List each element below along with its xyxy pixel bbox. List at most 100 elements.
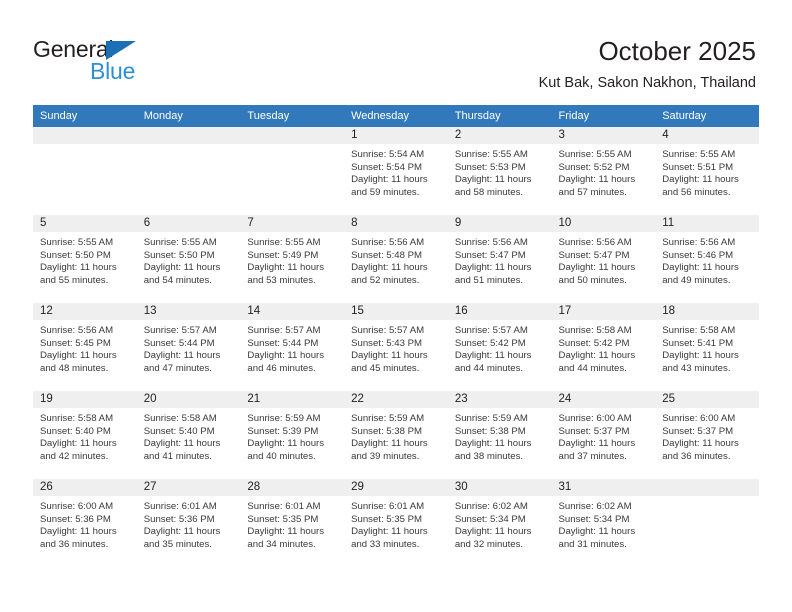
sunrise-text: Sunrise: 5:56 AM [662, 237, 736, 248]
page-title: October 2025 [598, 36, 756, 66]
sunset-text: Sunset: 5:36 PM [40, 513, 111, 525]
daylight-text: Daylight: 11 hours and 45 minutes. [351, 350, 428, 374]
day-cell-content: 11 Sunrise: 5:56 AM Sunset: 5:46 PM Dayligh… [655, 215, 759, 303]
calendar-day-cell[interactable]: 14 Sunrise: 5:57 AM Sunset: 5:44 PM Dayligh… [240, 303, 345, 391]
sunset-text: Sunset: 5:48 PM [351, 249, 423, 261]
day-cell-content: 23 Sunrise: 5:59 AM Sunset: 5:38 PM Dayligh… [447, 391, 552, 479]
calendar-day-cell[interactable]: 10 Sunrise: 5:56 AM Sunset: 5:47 PM Dayligh… [551, 215, 656, 303]
calendar-day-cell[interactable]: 5 Sunrise: 5:55 AM Sunset: 5:50 PM Daylight… [33, 215, 137, 303]
weekday-header-saturday: Saturday [655, 105, 759, 127]
calendar-day-cell[interactable]: 18 Sunrise: 5:58 AM Sunset: 5:41 PM Dayligh… [655, 303, 759, 391]
calendar-day-cell[interactable]: 4 Sunrise: 5:55 AM Sunset: 5:51 PM Daylight… [655, 127, 759, 215]
day-details: Sunrise: 5:55 AM Sunset: 5:50 PM Daylight:… [137, 232, 241, 287]
sunrise-text: Sunrise: 6:01 AM [247, 501, 321, 512]
day-cell-content [136, 127, 241, 215]
day-number: 22 [344, 391, 448, 408]
calendar-table: Sunday Monday Tuesday Wednesday Thursday… [33, 105, 759, 567]
daylight-text: Daylight: 11 hours and 46 minutes. [247, 350, 325, 374]
day-cell-content: 25 Sunrise: 6:00 AM Sunset: 5:37 PM Dayligh… [655, 391, 759, 479]
day-details: Sunrise: 5:58 AM Sunset: 5:40 PM Daylight:… [137, 408, 241, 463]
calendar-page: General Blue October 2025 Kut Bak, Sakon… [0, 0, 792, 612]
calendar-day-cell[interactable]: 8 Sunrise: 5:56 AM Sunset: 5:48 PM Daylight… [344, 215, 448, 303]
sunset-text: Sunset: 5:50 PM [143, 249, 215, 261]
day-details: Sunrise: 5:57 AM Sunset: 5:43 PM Daylight:… [344, 320, 448, 375]
calendar-day-cell[interactable]: 23 Sunrise: 5:59 AM Sunset: 5:38 PM Dayligh… [447, 391, 552, 479]
day-number: 7 [240, 215, 345, 232]
daylight-text: Daylight: 11 hours and 32 minutes. [454, 526, 532, 550]
day-details: Sunrise: 6:01 AM Sunset: 5:36 PM Daylight:… [137, 496, 241, 551]
day-number: 1 [344, 127, 448, 144]
day-cell-content: 12 Sunrise: 5:56 AM Sunset: 5:45 PM Dayligh… [33, 303, 137, 391]
sunrise-text: Sunrise: 6:00 AM [662, 413, 736, 424]
calendar-day-cell[interactable]: 3 Sunrise: 5:55 AM Sunset: 5:52 PM Daylight… [551, 127, 656, 215]
calendar-day-cell[interactable]: 6 Sunrise: 5:55 AM Sunset: 5:50 PM Daylight… [136, 215, 241, 303]
calendar-week-row: 26 Sunrise: 6:00 AM Sunset: 5:36 PM Dayligh… [33, 479, 759, 567]
day-number: 20 [136, 391, 241, 408]
weekday-header-tuesday: Tuesday [240, 105, 345, 127]
generalblue-logo[interactable]: General Blue [33, 36, 263, 92]
sunrise-text: Sunrise: 5:57 AM [143, 325, 217, 336]
day-details: Sunrise: 5:55 AM Sunset: 5:52 PM Daylight:… [552, 144, 656, 199]
sunset-text: Sunset: 5:35 PM [247, 513, 319, 525]
calendar-day-cell[interactable]: 7 Sunrise: 5:55 AM Sunset: 5:49 PM Daylight… [240, 215, 345, 303]
day-number: 4 [655, 127, 759, 144]
daylight-text: Daylight: 11 hours and 43 minutes. [662, 350, 739, 374]
calendar-day-cell[interactable]: 12 Sunrise: 5:56 AM Sunset: 5:45 PM Dayligh… [33, 303, 137, 391]
weekday-header-monday: Monday [136, 105, 241, 127]
calendar-body: 1 Sunrise: 5:54 AM Sunset: 5:54 PM Daylight… [33, 127, 759, 567]
sunset-text: Sunset: 5:40 PM [143, 425, 215, 437]
day-cell-content: 20 Sunrise: 5:58 AM Sunset: 5:40 PM Dayligh… [136, 391, 241, 479]
calendar-day-cell[interactable]: 29 Sunrise: 6:01 AM Sunset: 5:35 PM Dayligh… [344, 479, 448, 567]
day-cell-content: 6 Sunrise: 5:55 AM Sunset: 5:50 PM Daylight… [136, 215, 241, 303]
day-number: 21 [240, 391, 345, 408]
sunrise-text: Sunrise: 5:54 AM [351, 149, 425, 160]
day-cell-content [240, 127, 345, 215]
sunset-text: Sunset: 5:54 PM [351, 161, 423, 173]
sunrise-text: Sunrise: 5:55 AM [247, 237, 321, 248]
calendar-day-cell[interactable]: 9 Sunrise: 5:56 AM Sunset: 5:47 PM Daylight… [447, 215, 552, 303]
calendar-week-row: 5 Sunrise: 5:55 AM Sunset: 5:50 PM Daylight… [33, 215, 759, 303]
sunrise-text: Sunrise: 5:55 AM [662, 149, 736, 160]
calendar-day-cell[interactable]: 19 Sunrise: 5:58 AM Sunset: 5:40 PM Dayligh… [33, 391, 137, 479]
calendar-day-cell[interactable]: 31 Sunrise: 6:02 AM Sunset: 5:34 PM Dayligh… [551, 479, 656, 567]
daylight-text: Daylight: 11 hours and 59 minutes. [351, 174, 428, 198]
calendar-day-cell[interactable]: 24 Sunrise: 6:00 AM Sunset: 5:37 PM Dayligh… [551, 391, 656, 479]
day-number: 28 [240, 479, 345, 496]
sunset-text: Sunset: 5:34 PM [558, 513, 630, 525]
calendar-day-cell[interactable]: 2 Sunrise: 5:55 AM Sunset: 5:53 PM Daylight… [447, 127, 552, 215]
sunrise-text: Sunrise: 5:57 AM [247, 325, 321, 336]
calendar-day-cell[interactable]: 21 Sunrise: 5:59 AM Sunset: 5:39 PM Dayligh… [240, 391, 345, 479]
calendar-day-cell[interactable]: 26 Sunrise: 6:00 AM Sunset: 5:36 PM Dayligh… [33, 479, 137, 567]
calendar-week-row: 12 Sunrise: 5:56 AM Sunset: 5:45 PM Dayligh… [33, 303, 759, 391]
day-details: Sunrise: 5:59 AM Sunset: 5:38 PM Daylight:… [344, 408, 448, 463]
day-number: 15 [344, 303, 448, 320]
calendar-day-cell[interactable]: 30 Sunrise: 6:02 AM Sunset: 5:34 PM Dayligh… [447, 479, 552, 567]
daylight-text: Daylight: 11 hours and 58 minutes. [454, 174, 532, 198]
calendar-day-cell[interactable]: 1 Sunrise: 5:54 AM Sunset: 5:54 PM Daylight… [344, 127, 448, 215]
sunrise-text: Sunrise: 5:58 AM [558, 325, 632, 336]
calendar-day-cell[interactable]: 22 Sunrise: 5:59 AM Sunset: 5:38 PM Dayligh… [344, 391, 448, 479]
calendar-day-cell[interactable]: 25 Sunrise: 6:00 AM Sunset: 5:37 PM Dayligh… [655, 391, 759, 479]
day-cell-content: 17 Sunrise: 5:58 AM Sunset: 5:42 PM Dayligh… [551, 303, 656, 391]
day-details: Sunrise: 5:59 AM Sunset: 5:39 PM Daylight:… [240, 408, 344, 463]
daylight-text: Daylight: 11 hours and 44 minutes. [454, 350, 532, 374]
calendar-day-cell[interactable]: 16 Sunrise: 5:57 AM Sunset: 5:42 PM Dayligh… [447, 303, 552, 391]
daylight-text: Daylight: 11 hours and 40 minutes. [247, 438, 325, 462]
daylight-text: Daylight: 11 hours and 33 minutes. [351, 526, 428, 550]
daylight-text: Daylight: 11 hours and 44 minutes. [558, 350, 636, 374]
daylight-text: Daylight: 11 hours and 35 minutes. [143, 526, 221, 550]
calendar-day-cell[interactable]: 28 Sunrise: 6:01 AM Sunset: 5:35 PM Dayligh… [240, 479, 345, 567]
day-number: 16 [447, 303, 552, 320]
calendar-day-cell[interactable]: 27 Sunrise: 6:01 AM Sunset: 5:36 PM Dayligh… [136, 479, 241, 567]
weekday-header-sunday: Sunday [33, 105, 137, 127]
daylight-text: Daylight: 11 hours and 54 minutes. [143, 262, 221, 286]
day-cell-content: 9 Sunrise: 5:56 AM Sunset: 5:47 PM Daylight… [447, 215, 552, 303]
day-number: 14 [240, 303, 345, 320]
calendar-day-cell[interactable]: 17 Sunrise: 5:58 AM Sunset: 5:42 PM Dayligh… [551, 303, 656, 391]
calendar-day-cell[interactable]: 20 Sunrise: 5:58 AM Sunset: 5:40 PM Dayligh… [136, 391, 241, 479]
day-number: 2 [447, 127, 552, 144]
calendar-day-cell[interactable]: 11 Sunrise: 5:56 AM Sunset: 5:46 PM Dayligh… [655, 215, 759, 303]
calendar-day-cell[interactable]: 15 Sunrise: 5:57 AM Sunset: 5:43 PM Dayligh… [344, 303, 448, 391]
calendar-day-cell[interactable]: 13 Sunrise: 5:57 AM Sunset: 5:44 PM Dayligh… [136, 303, 241, 391]
day-number: 10 [551, 215, 656, 232]
